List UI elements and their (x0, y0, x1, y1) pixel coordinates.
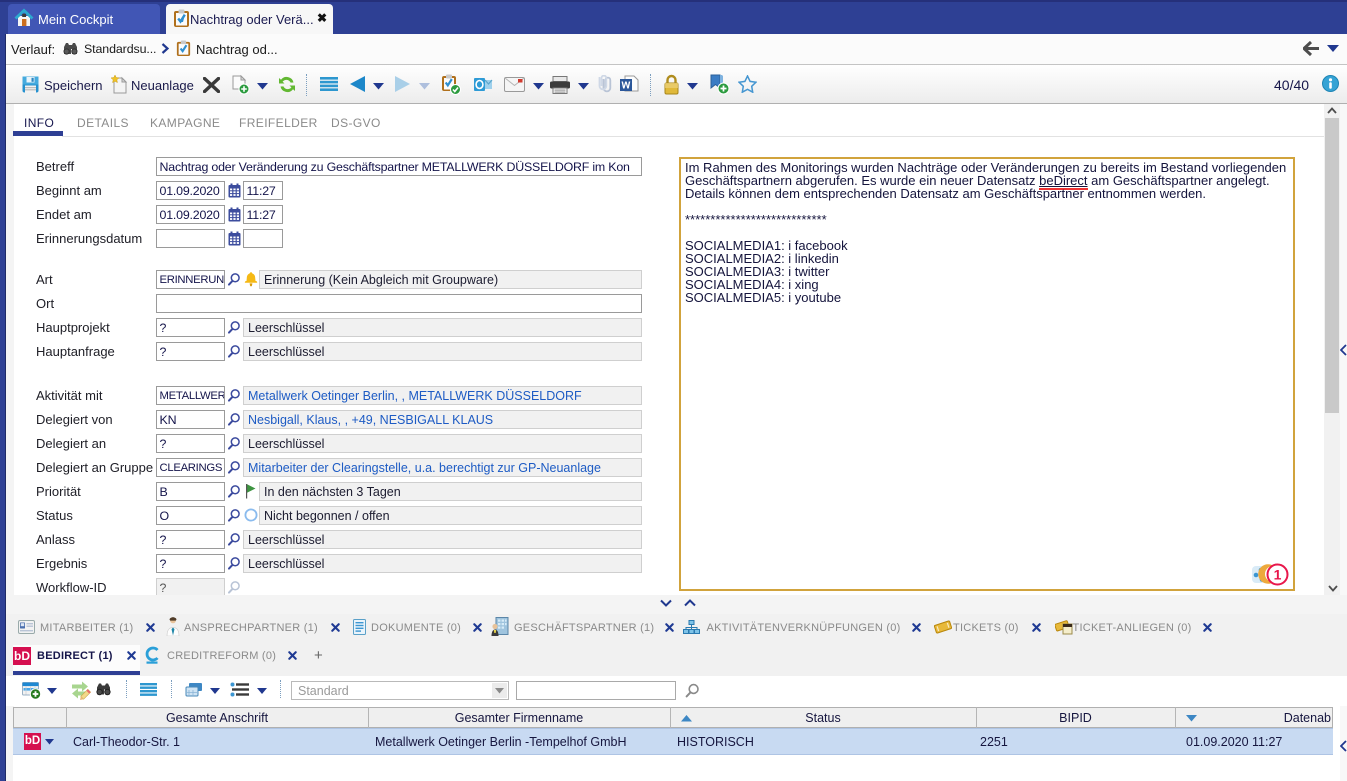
svg-text:1: 1 (1274, 567, 1282, 583)
